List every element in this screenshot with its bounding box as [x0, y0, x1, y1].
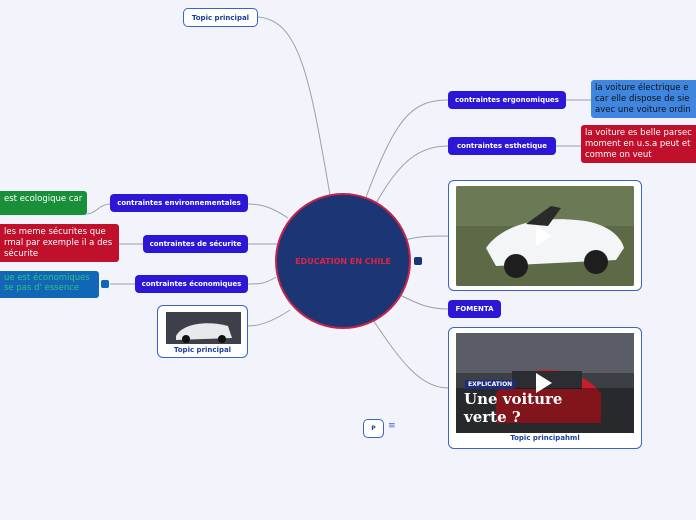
central-topic-label: EDUCATION EN CHILE [295, 256, 391, 266]
securite-note[interactable]: les meme sécurites que rmal par exemple … [0, 224, 119, 262]
contraintes-economiques-node[interactable]: contraintes économiques [135, 275, 248, 293]
car-image-card[interactable] [448, 180, 642, 291]
contraintes-esthetique-node[interactable]: contraintes esthetique [448, 137, 556, 155]
car-thumbnail[interactable] [166, 312, 241, 344]
ergonomiques-note[interactable]: la voiture électrique e car elle dispose… [591, 80, 696, 118]
play-icon[interactable] [536, 373, 552, 393]
collapse-toggle-icon[interactable] [101, 280, 109, 288]
left-image-card[interactable]: Topic principal [157, 305, 248, 358]
video-headline: Une voiture verte ? [464, 390, 563, 426]
economiques-note[interactable]: ue est économiques se pas d' essence [0, 271, 99, 298]
contraintes-environnementales-node[interactable]: contraintes environnementales [110, 194, 248, 212]
explication-badge: EXPLICATION [465, 380, 516, 389]
video-caption: Topic principahml [510, 434, 580, 442]
central-topic[interactable]: EDUCATION EN CHILE [275, 193, 411, 329]
fomenta-node[interactable]: FOMENTA [448, 300, 501, 318]
menu-icon[interactable]: ≡ [388, 421, 396, 431]
collapse-toggle-icon[interactable] [414, 257, 422, 265]
environnementales-note[interactable]: est ecologique car [0, 191, 87, 215]
contraintes-securite-node[interactable]: contraintes de sécurite [143, 235, 248, 253]
p-button[interactable]: P [363, 419, 384, 438]
video-card[interactable]: EXPLICATION Une voiture verte ? Topic pr… [448, 327, 642, 449]
image-topic-caption: Topic principal [173, 346, 232, 354]
contraintes-ergonomiques-node[interactable]: contraintes ergonomiques [448, 91, 566, 109]
topic-principal-top[interactable]: Topic principal [183, 8, 258, 27]
esthetique-note[interactable]: la voiture es belle parsec moment en u.s… [581, 125, 696, 163]
play-icon[interactable] [536, 226, 552, 246]
